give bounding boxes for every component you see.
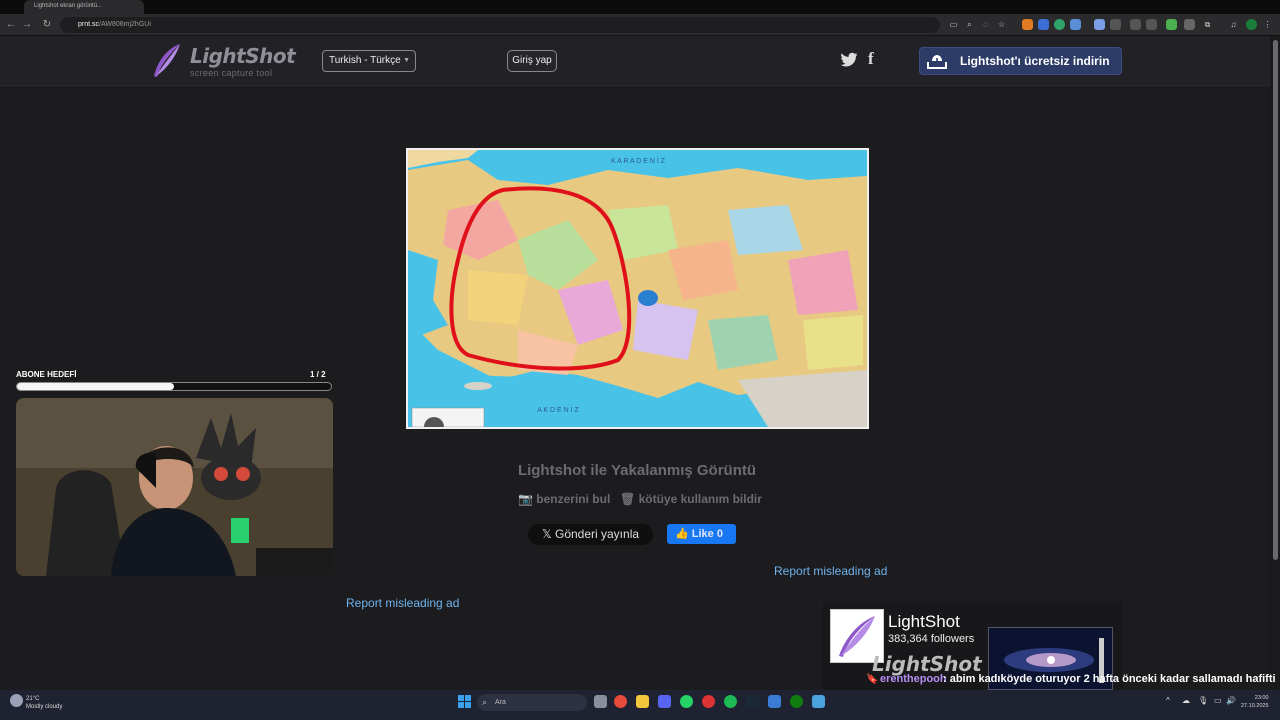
weather-temp: 21°C xyxy=(26,696,40,702)
report-misleading-ad-link[interactable]: Report misleading ad xyxy=(346,596,459,610)
extension-icon[interactable] xyxy=(1054,19,1065,30)
zoom-icon[interactable]: ⌕ xyxy=(964,19,975,30)
back-icon[interactable]: ← xyxy=(4,18,18,32)
chat-username: erenthepooh xyxy=(880,673,947,685)
eye-off-icon[interactable]: ◌ xyxy=(980,19,991,30)
bookmark-star-icon[interactable]: ☆ xyxy=(996,19,1007,30)
extension-icon[interactable] xyxy=(1184,19,1195,30)
extension-icon[interactable] xyxy=(1038,19,1049,30)
screen-cast-icon[interactable]: ▭ xyxy=(948,19,959,30)
mic-icon[interactable]: 🎙 xyxy=(1198,696,1208,705)
x-logo-icon: 𝕏 xyxy=(541,527,555,541)
weather-widget[interactable]: 21°C Mostly cloudy xyxy=(26,695,62,711)
facebook-icon[interactable]: f xyxy=(868,50,880,68)
forward-icon[interactable]: → xyxy=(20,18,34,32)
spotify-icon[interactable] xyxy=(724,695,737,708)
subscriber-goal-fill xyxy=(17,383,174,390)
browser-tab-strip xyxy=(0,0,1280,14)
thumbs-up-icon: 👍 xyxy=(675,528,692,540)
find-similar-label: benzerini bul xyxy=(536,492,611,506)
extensions-puzzle-icon[interactable]: ⧉ xyxy=(1202,19,1213,30)
chat-badge-icon: 🔖 xyxy=(866,674,879,685)
steam-icon[interactable] xyxy=(746,695,759,708)
logo-subtitle: screen capture tool xyxy=(190,68,273,78)
extension-icon[interactable] xyxy=(1166,19,1177,30)
url-host: prnt.sc xyxy=(78,21,100,28)
camera-icon: 📷 xyxy=(518,492,537,506)
browser-tab[interactable]: Lightshot ekran görüntü... xyxy=(24,0,144,14)
discord-icon[interactable] xyxy=(658,695,671,708)
clock-date: 27.10.2025 xyxy=(1241,703,1269,709)
download-icon xyxy=(927,55,947,69)
extension-icon[interactable] xyxy=(1070,19,1081,30)
taskbar-search[interactable]: ⌕ Ara xyxy=(477,694,587,711)
x-post-label: Gönderi yayınla xyxy=(554,527,640,541)
whatsapp-icon[interactable] xyxy=(680,695,693,708)
profile-avatar[interactable] xyxy=(1246,19,1257,30)
network-icon[interactable]: ▭ xyxy=(1214,696,1222,705)
xbox-icon[interactable] xyxy=(790,695,803,708)
download-button-label[interactable]: Lightshot'ı ücretsiz indirin xyxy=(960,54,1110,68)
task-view-icon[interactable] xyxy=(594,695,607,708)
turkey-map-image: K A R A D E N İ Z A K D E N İ Z xyxy=(408,150,867,427)
image-caption: Lightshot ile Yakalanmış Görüntü xyxy=(517,462,757,479)
twitter-icon[interactable] xyxy=(840,52,858,68)
reload-icon[interactable]: ↻ xyxy=(40,18,54,32)
report-abuse-link[interactable]: 🗑 kötüye kullanım bildir xyxy=(620,492,762,506)
captured-screenshot[interactable]: K A R A D E N İ Z A K D E N İ Z xyxy=(406,148,869,429)
app-icon[interactable] xyxy=(768,695,781,708)
search-icon: ⌕ xyxy=(482,697,488,707)
logo-title[interactable]: LightShot xyxy=(190,44,296,68)
page-followers: 383,364 followers xyxy=(888,633,975,645)
clock-time: 23:00 xyxy=(1254,695,1269,701)
menu-kebab-icon[interactable]: ⋮ xyxy=(1262,19,1273,30)
language-select[interactable]: Turkish - Türkçe ▼ xyxy=(322,50,416,72)
taskbar-clock[interactable]: 23:00 27.10.2025 xyxy=(1241,694,1269,710)
trash-icon: 🗑 xyxy=(620,492,639,506)
taskbar-search-label: Ara xyxy=(495,699,506,706)
facebook-like-button[interactable]: 👍 Like 0 xyxy=(667,524,736,544)
webcam-feed xyxy=(16,398,333,576)
language-select-value: Turkish - Türkçe xyxy=(329,55,401,66)
facebook-like-label: Like 0 xyxy=(691,528,723,540)
app-icon[interactable] xyxy=(702,695,715,708)
x-post-button[interactable]: 𝕏 Gönderi yayınla xyxy=(528,524,653,545)
find-similar-link[interactable]: 📷 benzerini bul xyxy=(518,492,610,506)
chrome-icon[interactable] xyxy=(614,695,627,708)
sea-label-south: A K D E N İ Z xyxy=(537,405,579,414)
weather-desc: Mostly cloudy xyxy=(26,704,63,710)
report-abuse-label: kötüye kullanım bildir xyxy=(638,492,762,506)
media-icon[interactable]: ♫ xyxy=(1228,19,1239,30)
report-misleading-ad-link[interactable]: Report misleading ad xyxy=(774,564,887,578)
file-explorer-icon[interactable] xyxy=(636,695,649,708)
cloud-icon[interactable]: ☁ xyxy=(1182,696,1190,705)
subscriber-goal-label: ABONE HEDEFİ xyxy=(16,370,77,379)
sea-label-north: K A R A D E N İ Z xyxy=(611,156,666,165)
extension-icon[interactable] xyxy=(1130,19,1141,30)
subscriber-goal-count: 1 / 2 xyxy=(310,370,326,379)
feather-logo-icon xyxy=(154,44,180,77)
volume-icon[interactable]: 🔊 xyxy=(1226,696,1236,705)
page-name[interactable]: LightShot xyxy=(888,612,960,632)
weather-icon[interactable] xyxy=(10,694,23,707)
extension-icon[interactable] xyxy=(1110,19,1121,30)
chat-message: : abim kadıköyde oturuyor 2 hafta önceki… xyxy=(943,673,1276,685)
extension-icon[interactable] xyxy=(1146,19,1157,30)
chevron-down-icon: ▼ xyxy=(403,57,410,64)
extension-icon[interactable] xyxy=(1022,19,1033,30)
app-icon[interactable] xyxy=(812,695,825,708)
url-path: /AW806mj2hGUi xyxy=(99,21,151,28)
start-icon[interactable] xyxy=(458,695,471,708)
extension-icon[interactable] xyxy=(1094,19,1105,30)
address-bar[interactable]: prnt.sc/AW806mj2hGUi xyxy=(60,17,940,33)
scrollbar-thumb[interactable] xyxy=(1273,40,1278,560)
chevron-up-icon[interactable]: ^ xyxy=(1166,696,1170,705)
login-button[interactable]: Giriş yap xyxy=(507,50,557,72)
